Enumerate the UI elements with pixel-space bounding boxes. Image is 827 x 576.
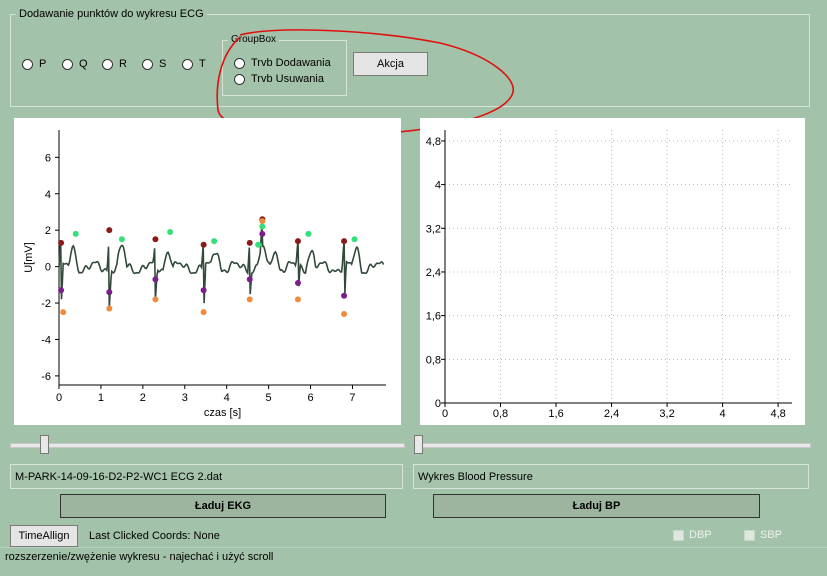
ecg-y-tick-label: 2 bbox=[45, 225, 51, 237]
ecg-point-p bbox=[58, 239, 65, 246]
ecg-point-q bbox=[341, 292, 348, 299]
radio-p-indicator[interactable] bbox=[22, 58, 33, 70]
load-bp-button[interactable]: Ładuj BP bbox=[433, 494, 760, 518]
ecg-y-tick-label: 6 bbox=[45, 152, 51, 164]
ecg-point-s bbox=[106, 305, 113, 312]
bp-y-tick-label: 1,6 bbox=[426, 311, 441, 323]
bp-chart-panel[interactable]: 0 0,8 1,6 2,4 3,2 4 4,8 0 0,8 1,6 2,4 3,2 4 4,8 bbox=[420, 118, 805, 425]
radio-r[interactable]: R bbox=[102, 58, 127, 70]
radio-s-label: S bbox=[159, 58, 167, 70]
ecg-point-q bbox=[294, 280, 301, 286]
bp-y-tick-label: 2,4 bbox=[426, 267, 441, 279]
ecg-y-tick-label: -4 bbox=[41, 334, 51, 346]
ecg-x-tick-label: 1 bbox=[98, 392, 104, 404]
ecg-point-p bbox=[152, 236, 159, 243]
ecg-point-s bbox=[259, 218, 266, 225]
ecg-y-tick-label: -6 bbox=[41, 371, 51, 383]
radio-t-indicator[interactable] bbox=[182, 58, 193, 70]
ecg-x-tick-label: 6 bbox=[307, 392, 313, 404]
ecg-point-t bbox=[305, 230, 312, 237]
bp-y-tick-label: 4,8 bbox=[426, 136, 441, 148]
ecg-point-s bbox=[152, 296, 159, 303]
bp-chart[interactable]: 0 0,8 1,6 2,4 3,2 4 4,8 0 0,8 1,6 2,4 3,2 4 4,8 bbox=[420, 118, 805, 425]
radio-s[interactable]: S bbox=[142, 58, 166, 70]
load-ekg-button[interactable]: Ładuj EKG bbox=[60, 494, 386, 518]
dbp-checkbox-label: DBP bbox=[689, 529, 712, 541]
dbp-checkbox-box[interactable] bbox=[673, 529, 684, 541]
ecg-point-t bbox=[118, 236, 125, 243]
radio-q-indicator[interactable] bbox=[62, 58, 73, 70]
points-groupbox-title: Dodawanie punktów do wykresu ECG bbox=[16, 8, 207, 20]
radio-s-indicator[interactable] bbox=[142, 58, 153, 70]
bp-slider-track[interactable] bbox=[414, 443, 811, 448]
bp-x-tick-label: 3,2 bbox=[659, 408, 674, 420]
status-text: rozszerzenie/zwężenie wykresu - najechać… bbox=[5, 551, 274, 563]
ecg-x-tick-label: 0 bbox=[56, 392, 62, 404]
bp-x-tick-label: 1,6 bbox=[548, 408, 563, 420]
ecg-point-t bbox=[255, 241, 262, 248]
ecg-point-t bbox=[259, 223, 266, 230]
ecg-slider-handle[interactable] bbox=[40, 435, 49, 454]
ecg-y-tick-label: -2 bbox=[41, 298, 51, 310]
ecg-point-q bbox=[106, 289, 113, 296]
bp-y-tick-label: 4 bbox=[435, 180, 441, 192]
ecg-x-tick-label: 2 bbox=[140, 392, 146, 404]
ecg-point-s bbox=[60, 309, 67, 316]
sbp-checkbox[interactable]: SBP bbox=[744, 529, 782, 541]
ecg-chart[interactable]: -6 -4 -2 0 2 4 6 0 1 2 3 4 5 6 7 czas [s] U[mV] bbox=[14, 118, 401, 425]
ecg-y-tick-label: 4 bbox=[45, 189, 51, 201]
ecg-point-q bbox=[152, 276, 159, 283]
time-allign-button[interactable]: TimeAllign bbox=[10, 525, 78, 547]
radio-q-label: Q bbox=[79, 58, 88, 70]
ecg-x-label: czas [s] bbox=[204, 407, 241, 419]
ecg-point-s bbox=[294, 296, 301, 303]
dbp-checkbox[interactable]: DBP bbox=[673, 529, 712, 541]
ecg-point-t bbox=[72, 230, 79, 237]
ecg-point-p bbox=[246, 239, 253, 246]
coords-label: Last Clicked Coords: None bbox=[89, 530, 220, 542]
bp-x-tick-label: 0,8 bbox=[493, 408, 508, 420]
ecg-signal-line bbox=[58, 224, 385, 309]
bp-y-tick-label: 0 bbox=[435, 398, 441, 410]
ecg-x-tick-label: 7 bbox=[349, 392, 355, 404]
ecg-point-s bbox=[200, 309, 207, 316]
ecg-slider-track[interactable] bbox=[10, 443, 405, 448]
ecg-point-t bbox=[211, 238, 218, 245]
bp-x-tick-label: 2,4 bbox=[604, 408, 619, 420]
radio-p[interactable]: P bbox=[22, 58, 46, 70]
ecg-y-tick-label: 0 bbox=[45, 262, 51, 274]
sbp-checkbox-label: SBP bbox=[760, 529, 783, 541]
ecg-file-field[interactable]: M-PARK-14-09-16-D2-P2-WC1 ECG 2.dat bbox=[10, 464, 403, 489]
ecg-point-q bbox=[246, 276, 253, 283]
ecg-point-t bbox=[167, 229, 174, 235]
ecg-x-tick-label: 3 bbox=[182, 392, 188, 404]
bp-file-field[interactable]: Wykres Blood Pressure bbox=[413, 464, 809, 489]
radio-q[interactable]: Q bbox=[62, 58, 88, 70]
bp-x-tick-label: 4 bbox=[720, 408, 726, 420]
ecg-point-p bbox=[341, 238, 348, 245]
radio-r-indicator[interactable] bbox=[102, 58, 113, 70]
ecg-point-q bbox=[200, 287, 207, 294]
ecg-x-tick-label: 5 bbox=[266, 392, 272, 404]
ecg-point-q bbox=[259, 230, 266, 237]
bp-y-tick-label: 3,2 bbox=[426, 223, 441, 235]
bp-x-tick-label: 0 bbox=[442, 408, 448, 420]
ecg-point-q bbox=[58, 287, 65, 294]
ecg-chart-panel[interactable]: -6 -4 -2 0 2 4 6 0 1 2 3 4 5 6 7 czas [s] U[mV] bbox=[14, 118, 401, 425]
sbp-checkbox-box[interactable] bbox=[744, 529, 755, 541]
radio-r-label: R bbox=[119, 58, 127, 70]
status-bar: rozszerzenie/zwężenie wykresu - najechać… bbox=[0, 547, 827, 576]
ecg-point-t bbox=[351, 236, 358, 243]
ecg-point-p bbox=[106, 227, 113, 234]
ecg-point-p bbox=[200, 241, 207, 248]
ecg-point-s bbox=[246, 296, 253, 303]
bp-x-tick-label: 4,8 bbox=[770, 408, 785, 420]
ecg-point-p bbox=[294, 238, 301, 245]
bp-slider-handle[interactable] bbox=[414, 435, 423, 454]
ecg-x-tick-label: 4 bbox=[224, 392, 230, 404]
radio-p-label: P bbox=[39, 58, 47, 70]
bp-y-tick-label: 0,8 bbox=[426, 354, 441, 366]
ecg-y-label: U[mV] bbox=[23, 242, 35, 273]
ecg-point-s bbox=[341, 310, 348, 317]
